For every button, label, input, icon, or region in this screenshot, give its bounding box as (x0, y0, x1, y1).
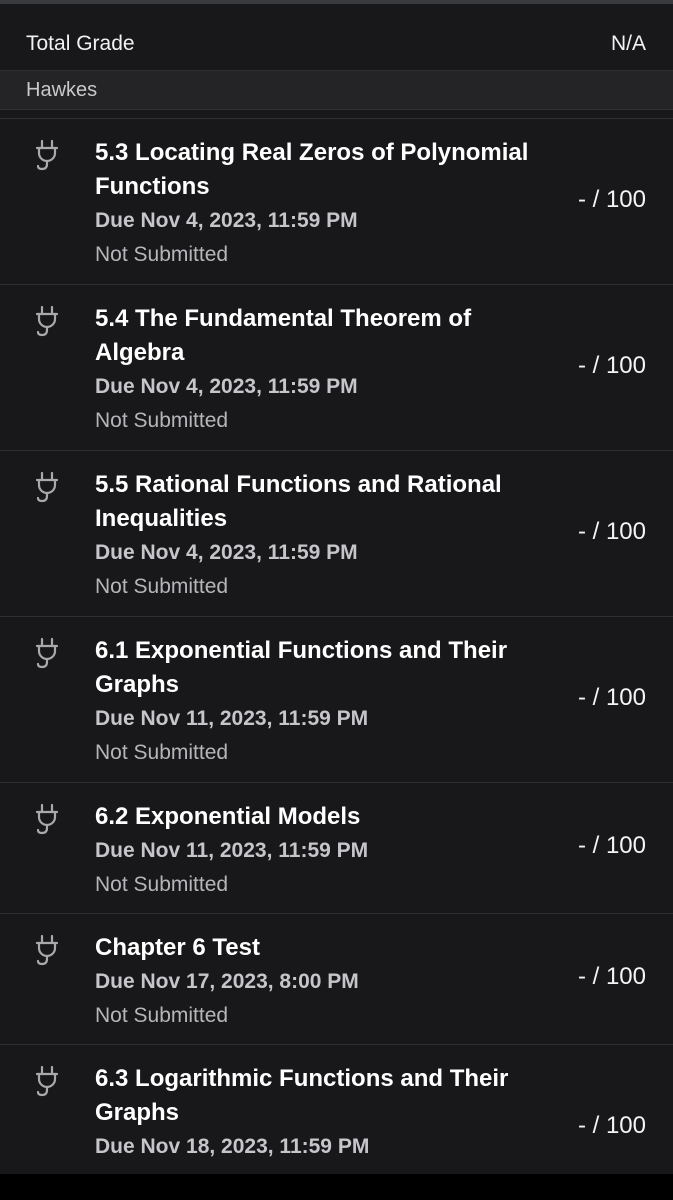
assignment-title-continued[interactable]: Inequalities (95, 502, 535, 536)
assignment-text: 5.5 Rational Functions and Rational Ineq… (95, 468, 535, 604)
assignment-title-continued[interactable]: Graphs (95, 1096, 535, 1130)
assignment-due-date: Due Nov 11, 2023, 11:59 PM (95, 839, 369, 862)
assignment-list: 5.3 Locating Real Zeros of Polynomial Fu… (0, 119, 673, 1174)
bottom-edge (0, 1174, 673, 1200)
assignment-score: - / 100 (577, 352, 646, 379)
assignment-text: 6.2 Exponential Models Due Nov 11, 2023,… (95, 800, 535, 902)
assignment-due-date: Due Nov 11, 2023, 11:59 PM (95, 707, 369, 730)
total-grade-value: N/A (610, 32, 646, 55)
assignment-score: - / 100 (577, 832, 646, 859)
assignment-status: Not Submitted (95, 243, 229, 266)
assignment-score: - / 100 (577, 963, 646, 990)
assignment-score: - / 100 (577, 518, 646, 545)
assignment-due-date: Due Nov 4, 2023, 11:59 PM (95, 209, 358, 232)
plug-icon (32, 471, 62, 503)
assignment-due-date: Due Nov 4, 2023, 11:59 PM (95, 375, 358, 398)
assignment-row[interactable]: 6.2 Exponential Models Due Nov 11, 2023,… (0, 783, 673, 914)
assignment-text: 6.1 Exponential Functions and Their Grap… (95, 634, 535, 770)
assignment-title-continued[interactable]: Graphs (95, 668, 535, 702)
assignment-title-continued[interactable]: Functions (95, 170, 535, 204)
plug-icon (32, 139, 62, 171)
assignment-row[interactable]: 5.3 Locating Real Zeros of Polynomial Fu… (0, 119, 673, 285)
assignment-status: Not Submitted (95, 575, 229, 598)
assignment-text: Chapter 6 Test Due Nov 17, 2023, 8:00 PM… (95, 931, 535, 1033)
assignment-title[interactable]: 5.4 The Fundamental Theorem of (95, 302, 535, 336)
total-grade-label: Total Grade (26, 32, 135, 55)
assignment-text: 5.4 The Fundamental Theorem of Algebra D… (95, 302, 535, 438)
assignment-row[interactable]: 6.1 Exponential Functions and Their Grap… (0, 617, 673, 783)
assignment-score: - / 100 (577, 684, 646, 711)
plug-icon (32, 803, 62, 835)
assignment-status: Not Submitted (95, 873, 229, 896)
assignment-row[interactable]: 5.4 The Fundamental Theorem of Algebra D… (0, 285, 673, 451)
plug-icon (32, 1065, 62, 1097)
assignment-title[interactable]: 6.2 Exponential Models (95, 800, 535, 834)
assignment-title-continued[interactable]: Algebra (95, 336, 535, 370)
assignment-score: - / 100 (577, 1112, 646, 1139)
assignment-status: Not Submitted (95, 409, 229, 432)
assignment-title[interactable]: 5.3 Locating Real Zeros of Polynomial (95, 136, 535, 170)
assignment-title[interactable]: 6.3 Logarithmic Functions and Their (95, 1062, 535, 1096)
assignment-title[interactable]: Chapter 6 Test (95, 931, 535, 965)
assignment-group-label: Hawkes (26, 79, 98, 101)
grades-card: Total Grade N/A Hawkes 5.3 Locating Real… (0, 4, 673, 1174)
plug-icon (32, 934, 62, 966)
plug-icon (32, 637, 62, 669)
assignment-status: Not Submitted (95, 741, 229, 764)
assignment-text: 5.3 Locating Real Zeros of Polynomial Fu… (95, 136, 535, 272)
assignment-score: - / 100 (577, 186, 646, 213)
assignment-row[interactable]: Chapter 6 Test Due Nov 17, 2023, 8:00 PM… (0, 914, 673, 1045)
assignment-text: 6.3 Logarithmic Functions and Their Grap… (95, 1062, 535, 1164)
assignment-title[interactable]: 5.5 Rational Functions and Rational (95, 468, 535, 502)
assignment-due-date: Due Nov 4, 2023, 11:59 PM (95, 541, 358, 564)
assignment-title[interactable]: 6.1 Exponential Functions and Their (95, 634, 535, 668)
plug-icon (32, 305, 62, 337)
assignment-row[interactable]: 6.3 Logarithmic Functions and Their Grap… (0, 1045, 673, 1174)
assignment-status: Not Submitted (95, 1004, 229, 1027)
total-grade-row: Total Grade N/A (0, 4, 673, 71)
assignment-group-header[interactable]: Hawkes (0, 71, 673, 110)
assignment-row[interactable]: 5.5 Rational Functions and Rational Ineq… (0, 451, 673, 617)
assignment-due-date: Due Nov 17, 2023, 8:00 PM (95, 970, 359, 993)
assignment-due-date: Due Nov 18, 2023, 11:59 PM (95, 1135, 370, 1158)
